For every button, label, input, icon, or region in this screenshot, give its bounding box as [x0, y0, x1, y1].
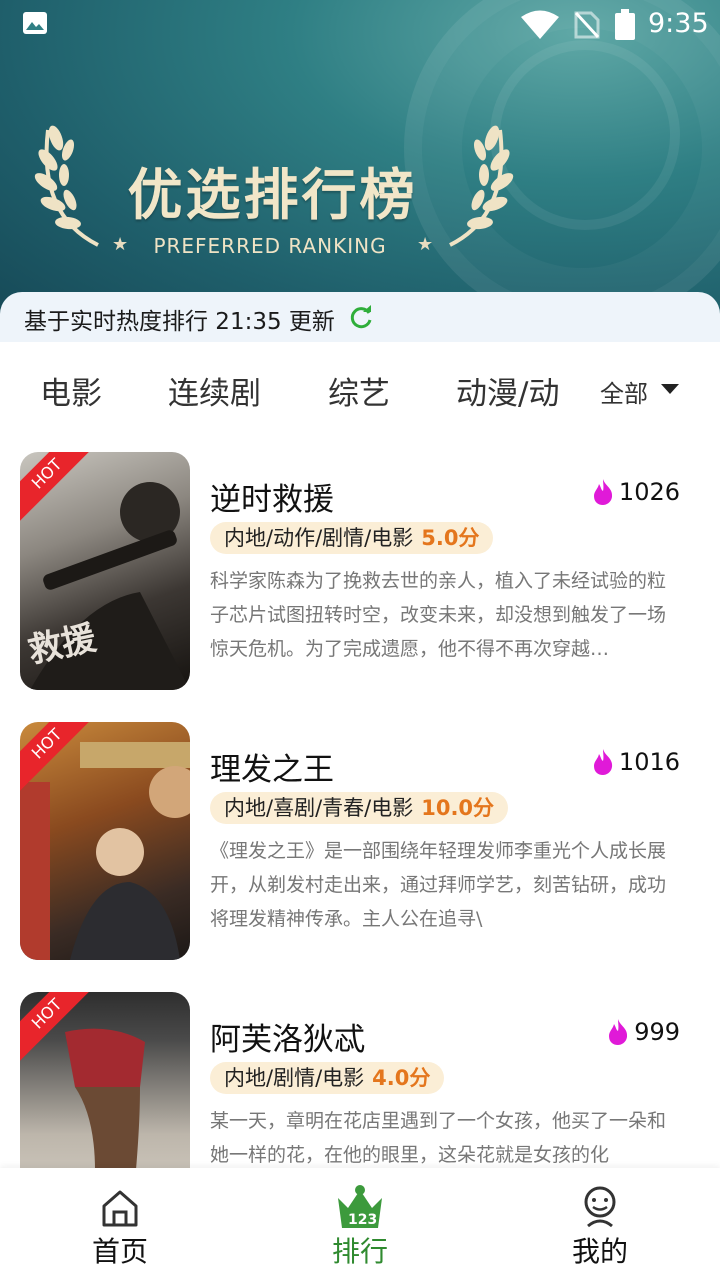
fire-icon — [593, 749, 613, 775]
poster-image[interactable]: HOT — [20, 722, 190, 960]
svg-text:123: 123 — [348, 1212, 377, 1228]
genre-tags: 内地/剧情/电影 — [224, 1066, 365, 1090]
heat-count: 999 — [606, 1018, 680, 1046]
item-description: 某一天，章明在花店里遇到了一个女孩，他买了一朵和她一样的花，在他的眼里，这朵花就… — [210, 1110, 667, 1166]
status-time: 9:35 — [648, 8, 709, 39]
nav-ranking[interactable]: 123 排行 — [240, 1168, 480, 1280]
crown-ranking-icon: 123 — [338, 1185, 382, 1228]
poster-image[interactable]: 救援 HOT — [20, 452, 190, 690]
tab-anime[interactable]: 动漫/动 — [456, 368, 562, 413]
genre-tags: 内地/动作/剧情/电影 — [224, 526, 414, 550]
nav-home-label: 首页 — [91, 1235, 148, 1268]
tag-pill: 内地/喜剧/青春/电影 10.0分 — [210, 792, 509, 824]
item-description: 科学家陈森为了挽救去世的亲人，植入了未经试验的粒子芯片试图扭转时空，改变未来，却… — [210, 570, 667, 660]
score: 10.0分 — [421, 796, 495, 820]
filter-all-dropdown[interactable]: 全部 — [600, 374, 648, 409]
item-title[interactable]: 阿芙洛狄忒 — [210, 1014, 365, 1059]
fire-icon — [593, 479, 613, 505]
laurel-left-icon — [34, 125, 99, 247]
bottom-nav: 首页 123 排行 我的 — [0, 1168, 720, 1280]
nav-ranking-label: 排行 — [331, 1235, 388, 1268]
category-tabs: 电影 连续剧 综艺 动漫/动 全部 — [0, 342, 720, 434]
heat-value: 1016 — [618, 748, 680, 776]
tag-pill: 内地/剧情/电影 4.0分 — [210, 1062, 445, 1094]
heat-value: 1026 — [618, 478, 680, 506]
ranking-banner: 9:35 优选排行榜 ★ PREFERRED RANKING ★ — [0, 0, 720, 330]
update-text: 基于实时热度排行 21:35 更新 — [24, 309, 335, 335]
score: 5.0分 — [421, 526, 480, 550]
score: 4.0分 — [372, 1066, 431, 1090]
nav-profile-label: 我的 — [571, 1235, 628, 1268]
item-title[interactable]: 理发之王 — [210, 744, 334, 789]
list-item[interactable]: HOT 理发之王 1016 内地/喜剧/青春/电影 10.0分 《理发之王》是一部… — [0, 722, 720, 962]
fire-icon — [609, 1019, 628, 1045]
user-icon — [584, 1186, 616, 1228]
star-icon: ★ — [417, 234, 434, 255]
tab-variety[interactable]: 综艺 — [328, 368, 390, 413]
home-icon — [102, 1190, 138, 1227]
banner-title: 优选排行榜 — [127, 163, 418, 227]
tag-pill: 内地/动作/剧情/电影 5.0分 — [210, 522, 494, 554]
refresh-icon[interactable] — [348, 305, 374, 331]
wifi-icon — [521, 10, 559, 39]
tab-series[interactable]: 连续剧 — [168, 368, 261, 413]
item-title[interactable]: 逆时救援 — [210, 474, 334, 519]
banner-subtitle: PREFERRED RANKING — [153, 234, 387, 258]
status-bar: 9:35 — [0, 0, 720, 50]
genre-tags: 内地/喜剧/青春/电影 — [224, 796, 414, 820]
tab-movie[interactable]: 电影 — [40, 368, 102, 413]
heat-count: 1026 — [591, 478, 680, 506]
item-description: 《理发之王》是一部围绕年轻理发师李重光个人成长展开，从剃发村走出来，通过拜师学艺… — [210, 840, 667, 930]
battery-icon — [615, 9, 635, 40]
image-notification-icon — [23, 12, 47, 34]
heat-count: 1016 — [591, 748, 680, 776]
list-item[interactable]: 救援 HOT 逆时救援 1026 内地/动作/剧情/电影 5.0分 科学家陈森为了… — [0, 452, 720, 692]
sim-card-icon — [574, 11, 600, 39]
heat-value: 999 — [634, 1018, 680, 1046]
star-icon: ★ — [112, 234, 129, 255]
nav-home[interactable]: 首页 — [0, 1168, 240, 1280]
nav-profile[interactable]: 我的 — [480, 1168, 720, 1280]
laurel-right-icon — [449, 125, 514, 247]
caret-down-icon[interactable] — [661, 384, 679, 394]
